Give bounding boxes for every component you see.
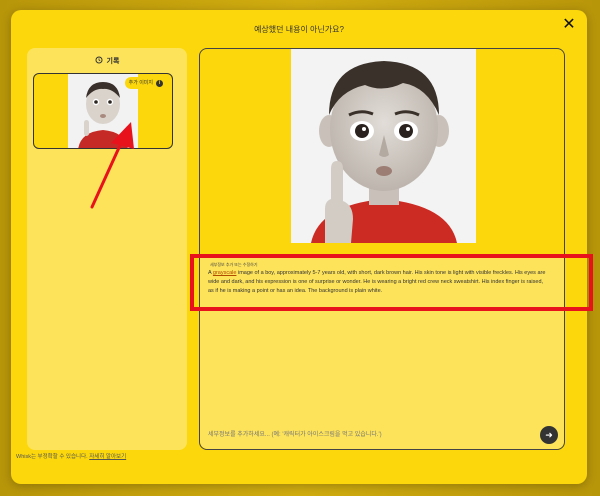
annotation-highlight-box xyxy=(190,254,593,311)
history-title: 기록 xyxy=(106,58,120,65)
send-button[interactable]: ➜ xyxy=(540,426,558,444)
details-input[interactable] xyxy=(208,425,526,445)
feedback-modal: 예상했던 내용이 아닌가요? ✕ 기록 추가 이미지 i A grayscale… xyxy=(11,10,593,484)
disclaimer-text: Whisk는 부정확할 수 있습니다. xyxy=(16,454,88,460)
input-area: ➜ xyxy=(200,313,564,449)
extra-image-badge: 추가 이미지 i xyxy=(124,77,166,89)
history-thumbnail-card[interactable]: 추가 이미지 i xyxy=(33,73,173,149)
history-header: 기록 xyxy=(27,56,187,66)
extra-image-label: 추가 이미지 xyxy=(128,80,153,86)
learn-more-link[interactable]: 자세히 알아보기 xyxy=(89,454,126,460)
main-preview-panel: A grayscale image of a boy, approximatel… xyxy=(190,48,593,450)
history-panel: 기록 추가 이미지 i xyxy=(27,48,187,450)
close-button[interactable]: ✕ xyxy=(561,17,577,33)
history-icon xyxy=(95,56,103,66)
modal-title: 예상했던 내용이 아닌가요? xyxy=(254,25,344,34)
disclaimer: Whisk는 부정확할 수 있습니다. 자세히 알아보기 xyxy=(16,452,126,460)
boy-main-image xyxy=(291,49,476,243)
info-icon[interactable]: i xyxy=(156,79,163,87)
